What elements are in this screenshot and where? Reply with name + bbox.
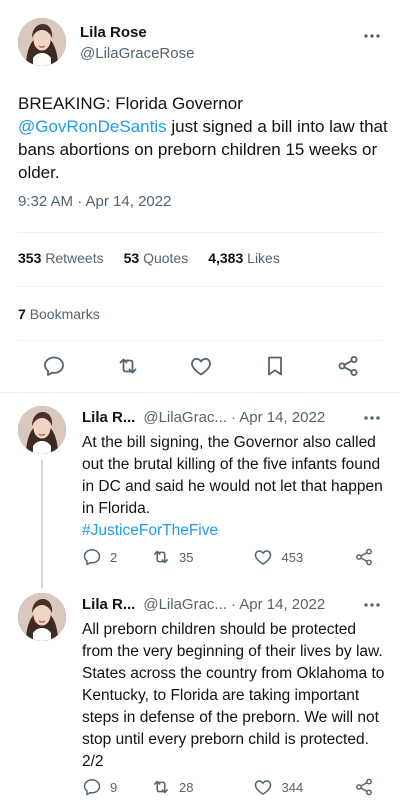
reply-body: All preborn children should be protected…: [82, 621, 385, 770]
bookmarks-count: 7: [18, 306, 26, 322]
reply-action-bar: 9 28 344: [82, 777, 382, 797]
retweet-count: 28: [178, 779, 194, 795]
reply-icon: [82, 547, 102, 567]
reply-author-handle[interactable]: @LilaGrac...: [143, 409, 227, 426]
divider: [18, 340, 382, 341]
reply-date[interactable]: · Apr 14, 2022: [231, 596, 325, 613]
tweet-action-bar: [42, 354, 360, 378]
avatar[interactable]: [18, 18, 66, 66]
author-name[interactable]: Lila Rose: [80, 24, 194, 42]
like-count: 453: [281, 549, 304, 565]
avatar[interactable]: [18, 593, 66, 641]
avatar-image: [18, 593, 66, 641]
reply-date[interactable]: · Apr 14, 2022: [231, 409, 325, 426]
retweets-count: 353: [18, 250, 42, 266]
like-button[interactable]: 453: [253, 547, 354, 567]
like-icon[interactable]: [189, 354, 213, 378]
avatar-image: [18, 406, 66, 454]
author-handle[interactable]: @LilaGraceRose: [80, 44, 194, 64]
reply-icon[interactable]: [42, 354, 66, 378]
share-icon[interactable]: [336, 354, 360, 378]
share-icon: [354, 777, 374, 797]
retweets-label: Retweets: [45, 250, 104, 266]
more-icon[interactable]: [360, 597, 384, 613]
like-button[interactable]: 344: [253, 777, 354, 797]
tweet-text: BREAKING: Florida Governor @GovRonDeSant…: [18, 92, 388, 184]
mention-link[interactable]: @GovRonDeSantis: [18, 117, 167, 136]
reply-header: Lila R... @LilaGrac... · Apr 14, 2022: [82, 595, 325, 615]
retweet-button[interactable]: 28: [151, 777, 254, 797]
tweet-text-prefix: BREAKING: Florida Governor: [18, 94, 243, 113]
reply-icon: [82, 777, 102, 797]
reply-author-name[interactable]: Lila R...: [82, 409, 135, 426]
avatar-image: [18, 18, 66, 66]
share-button[interactable]: [354, 547, 382, 567]
divider: [18, 232, 382, 233]
reply-author-name[interactable]: Lila R...: [82, 596, 135, 613]
like-icon: [253, 547, 273, 567]
reply-button[interactable]: 2: [82, 547, 151, 567]
likes-label: Likes: [247, 250, 280, 266]
reply-button[interactable]: 9: [82, 777, 151, 797]
quotes-label: Quotes: [143, 250, 189, 266]
bookmarks-label: Bookmarks: [29, 306, 100, 322]
reply-text: All preborn children should be protected…: [82, 619, 387, 773]
reply-text: At the bill signing, the Governor also c…: [82, 432, 387, 542]
bookmarks-stat[interactable]: 7 Bookmarks: [18, 304, 100, 324]
retweet-icon[interactable]: [116, 354, 140, 378]
bookmark-icon[interactable]: [263, 354, 287, 378]
divider: [0, 392, 400, 393]
share-icon: [354, 547, 374, 567]
quotes-count: 53: [123, 250, 140, 266]
hashtag-link[interactable]: #JusticeForTheFive: [82, 522, 218, 539]
like-icon: [253, 777, 273, 797]
retweets-stat[interactable]: 353 Retweets: [18, 248, 104, 268]
share-button[interactable]: [354, 777, 382, 797]
reply-header: Lila R... @LilaGrac... · Apr 14, 2022: [82, 408, 325, 428]
reply-body: At the bill signing, the Governor also c…: [82, 434, 383, 517]
engagement-stats: 353 Retweets 53 Quotes 4,383 Likes: [18, 248, 280, 268]
reply-action-bar: 2 35 453: [82, 547, 382, 567]
avatar[interactable]: [18, 406, 66, 454]
retweet-icon: [151, 547, 171, 567]
likes-count: 4,383: [208, 250, 244, 266]
retweet-button[interactable]: 35: [151, 547, 254, 567]
more-icon[interactable]: [360, 28, 384, 44]
reply-count: 9: [110, 779, 118, 795]
retweet-count: 35: [178, 549, 194, 565]
like-count: 344: [281, 779, 304, 795]
quotes-stat[interactable]: 53 Quotes: [124, 248, 189, 268]
more-icon[interactable]: [360, 410, 384, 426]
retweet-icon: [151, 777, 171, 797]
divider: [18, 286, 382, 287]
likes-stat[interactable]: 4,383 Likes: [208, 248, 280, 268]
reply-count: 2: [110, 549, 118, 565]
tweet-timestamp[interactable]: 9:32 AM · Apr 14, 2022: [18, 192, 171, 212]
thread-line: [41, 460, 43, 588]
reply-author-handle[interactable]: @LilaGrac...: [143, 596, 227, 613]
author-info: Lila Rose @LilaGraceRose: [80, 24, 194, 64]
